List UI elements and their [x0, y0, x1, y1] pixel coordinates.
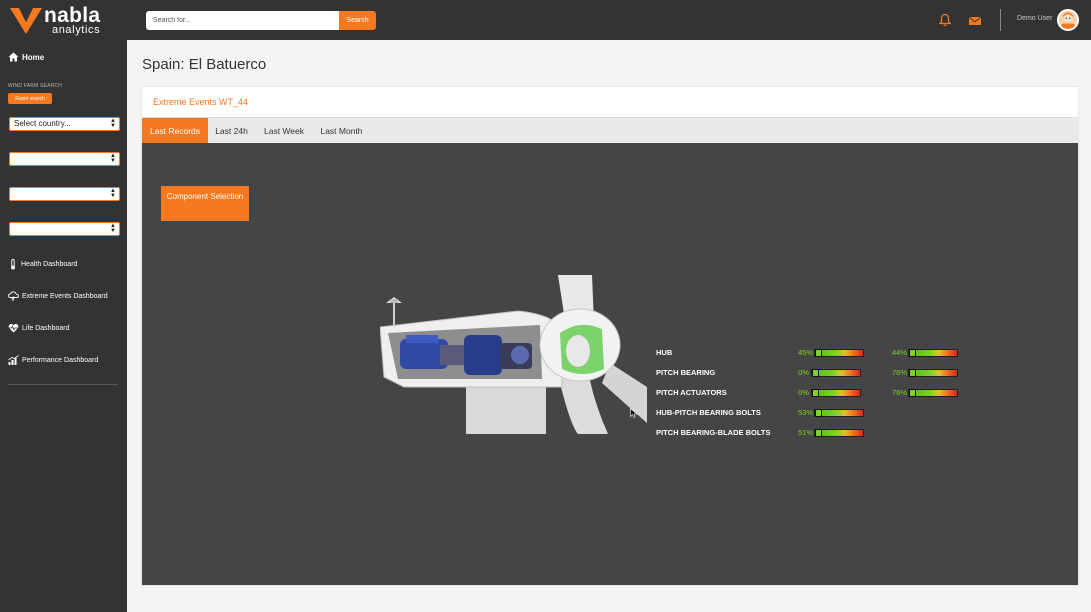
sidebar-item-home[interactable]: Home [8, 52, 44, 62]
wind-farm-search-label: WIND FARM SEARCH [8, 83, 63, 89]
pitch-actuators-pct-1: 0% [798, 388, 809, 397]
page-title: Spain: El Batuerco [142, 56, 267, 73]
gauge-marker [909, 349, 916, 357]
sidebar-item-label: Performance Dashboard [22, 356, 99, 364]
pitch-bearing-gauge-1 [811, 369, 861, 377]
nabla-logo-icon [10, 8, 42, 34]
user-avatar-icon [1061, 12, 1075, 29]
logo[interactable]: nabla analytics [10, 4, 120, 36]
component-label-pitch-bearing-blade-bolts: PITCH BEARING-BLADE BOLTS [656, 428, 771, 437]
region-select[interactable]: ▲ ▼ [9, 152, 120, 166]
user-name[interactable]: Demo User [1017, 15, 1052, 22]
reset-search-button[interactable]: Reset search [8, 93, 52, 104]
header-divider [1000, 9, 1001, 31]
component-label-pitch-bearing: PITCH BEARING [656, 368, 716, 377]
gauge-marker [815, 349, 822, 357]
pitch-bearing-pct-2: 76% [891, 368, 907, 377]
pitch-bearing-pct-1: 0% [798, 368, 809, 377]
sidebar-item-label: Life Dashboard [22, 324, 70, 332]
bell-icon[interactable] [938, 13, 952, 27]
avatar[interactable] [1057, 9, 1079, 31]
component-label-hub: HUB [656, 348, 673, 357]
country-select[interactable]: Select country... ▲ ▼ [9, 117, 120, 131]
pitch-blade-bolts-gauge-1 [814, 429, 864, 437]
tab-last-records[interactable]: Last Records [142, 118, 208, 144]
sidebar-divider [8, 384, 118, 385]
mouse-cursor-icon [630, 408, 638, 418]
sidebar-item-health-dashboard[interactable]: Health Dashboard [8, 259, 77, 270]
pitch-actuators-gauge-2 [908, 389, 958, 397]
tab-last-month[interactable]: Last Month [313, 118, 370, 144]
sidebar-item-label: Extreme Events Dashboard [22, 292, 108, 300]
component-label-hub-pitch-bearing-bolts: HUB-PITCH BEARING BOLTS [656, 408, 761, 417]
component-label-pitch-actuators: PITCH ACTUATORS [656, 388, 727, 397]
pitch-actuators-pct-2: 76% [891, 388, 907, 397]
sidebar-item-label: Health Dashboard [21, 261, 78, 268]
gauge-marker [812, 389, 819, 397]
gauge-marker [909, 369, 916, 377]
hub-pct-2: 44% [891, 348, 907, 357]
hub-gauge-2 [908, 349, 958, 357]
sidebar-item-life-dashboard[interactable]: Life Dashboard [8, 323, 69, 333]
cloud-lightning-icon [8, 291, 19, 301]
hub-gauge-1 [814, 349, 864, 357]
tab-last-24h[interactable]: Last 24h [208, 118, 255, 144]
sidebar: Home WIND FARM SEARCH Reset search Selec… [0, 40, 127, 612]
sidebar-item-extreme-events-dashboard[interactable]: Extreme Events Dashboard [8, 291, 108, 301]
sidebar-item-label: Home [22, 52, 45, 62]
country-select-value: Select country... [14, 119, 71, 128]
turbine-nacelle-image [380, 275, 647, 434]
select-arrows-icon: ▲ ▼ [110, 118, 116, 129]
tab-bar: Last Records Last 24h Last Week Last Mon… [142, 117, 1078, 144]
gauge-marker [812, 369, 819, 377]
select-arrows-icon: ▲ ▼ [110, 188, 116, 199]
search-input[interactable] [146, 11, 340, 30]
component-panel: Component Selection HUB PITCH BEARING PI… [142, 143, 1078, 585]
turbine-select[interactable]: ▲ ▼ [9, 222, 120, 236]
hub-pitch-bolts-pct-1: 53% [797, 408, 813, 417]
tab-last-week[interactable]: Last Week [255, 118, 313, 144]
mail-icon[interactable] [968, 14, 982, 28]
thermometer-icon [11, 259, 15, 270]
search-button[interactable]: Search [339, 11, 376, 30]
hub-pct-1: 45% [797, 348, 813, 357]
card-title: Extreme Events WT_44 [153, 97, 249, 107]
hub-pitch-bolts-gauge-1 [814, 409, 864, 417]
pitch-bearing-gauge-2 [908, 369, 958, 377]
bar-chart-icon [8, 355, 19, 365]
component-selection-button[interactable]: Component Selection [161, 186, 249, 221]
gauge-marker [909, 389, 916, 397]
pitch-actuators-gauge-1 [811, 389, 861, 397]
gauge-marker [815, 409, 822, 417]
extreme-events-card: Extreme Events WT_44 Last Records Last 2… [142, 87, 1078, 585]
gauge-marker [815, 429, 822, 437]
top-bar: nabla analytics Search Demo User [0, 0, 1091, 40]
brand-sub: analytics [52, 24, 101, 36]
farm-select[interactable]: ▲ ▼ [9, 187, 120, 201]
home-icon [8, 52, 19, 62]
select-arrows-icon: ▲ ▼ [110, 153, 116, 164]
select-arrows-icon: ▲ ▼ [110, 223, 116, 234]
pitch-blade-bolts-pct-1: 51% [797, 428, 813, 437]
sidebar-item-performance-dashboard[interactable]: Performance Dashboard [8, 355, 98, 365]
heart-pulse-icon [8, 323, 19, 333]
